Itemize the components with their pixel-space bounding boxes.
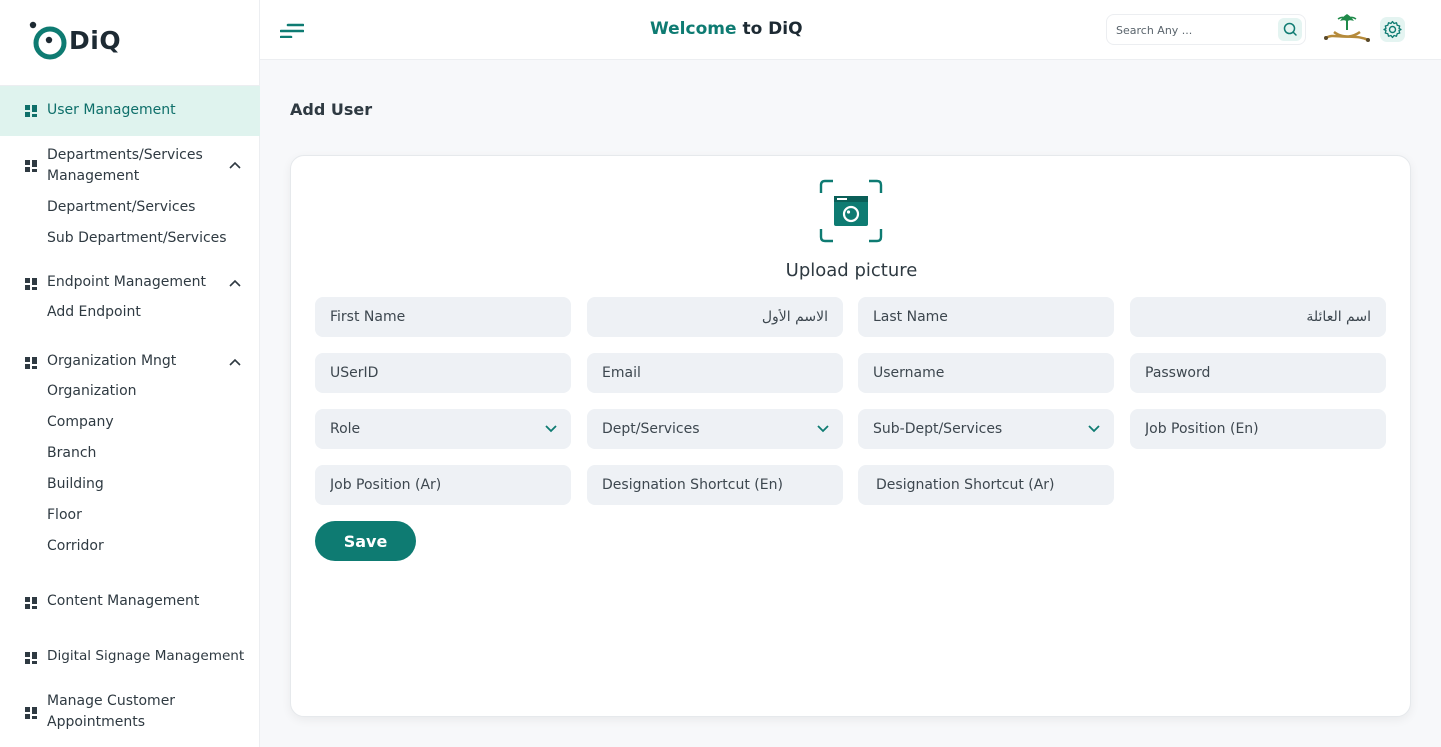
grid-icon <box>25 105 37 117</box>
sidebar-subitem-company[interactable]: Company <box>47 412 114 432</box>
subdept-select-value: Sub-Dept/Services <box>873 421 1003 437</box>
search-button[interactable] <box>1278 18 1302 41</box>
first-name-ar-field[interactable] <box>587 297 843 337</box>
sidebar-subitem-organization[interactable]: Organization <box>47 381 137 401</box>
search-icon <box>1283 22 1297 36</box>
job-position-en-field[interactable] <box>1130 409 1386 449</box>
sidebar-subitem-sub-department-services[interactable]: Sub Department/Services <box>47 228 227 248</box>
grid-icon <box>25 357 37 369</box>
sidebar: DiQ User Management Departments/Services… <box>0 0 260 747</box>
userid-field[interactable] <box>315 353 571 393</box>
designation-shortcut-en-field[interactable] <box>587 465 843 505</box>
sidebar-item-user-management[interactable]: User Management <box>0 86 260 136</box>
emblem-icon <box>1324 14 1370 42</box>
username-field[interactable] <box>858 353 1114 393</box>
search-placeholder[interactable]: Search Any ... <box>1116 24 1192 37</box>
chevron-up-icon[interactable] <box>228 278 242 288</box>
dept-select[interactable]: Dept/Services <box>587 409 843 449</box>
sidebar-subitem-branch[interactable]: Branch <box>47 443 96 463</box>
sidebar-item-organization-mngt[interactable]: Organization Mngt <box>0 351 260 373</box>
camera-icon[interactable] <box>819 179 883 243</box>
sidebar-subitem-floor[interactable]: Floor <box>47 505 82 525</box>
sidebar-item-label: User Management <box>47 102 176 118</box>
job-position-ar-field[interactable] <box>315 465 571 505</box>
sidebar-item-label: Organization Mngt <box>47 353 177 369</box>
grid-icon <box>25 160 37 172</box>
save-button[interactable]: Save <box>315 521 416 561</box>
brand-name: DiQ <box>69 25 122 55</box>
chevron-up-icon[interactable] <box>228 160 242 170</box>
grid-icon <box>25 278 37 290</box>
password-field[interactable] <box>1130 353 1386 393</box>
sidebar-item-label: Manage Customer Appointments <box>47 693 176 730</box>
designation-shortcut-ar-field[interactable] <box>858 465 1114 505</box>
welcome-suffix: to DiQ <box>742 19 803 39</box>
chevron-up-icon[interactable] <box>228 357 242 367</box>
last-name-ar-field[interactable] <box>1130 297 1386 337</box>
top-bar: Welcome to DiQ Search Any ... <box>260 0 1441 60</box>
sidebar-item-departments[interactable]: Departments/Services Management <box>0 144 260 188</box>
grid-icon <box>25 652 37 664</box>
sidebar-subitem-add-endpoint[interactable]: Add Endpoint <box>47 302 141 322</box>
role-select-value: Role <box>330 421 361 437</box>
sidebar-subitem-department-services[interactable]: Department/Services <box>47 197 195 217</box>
sidebar-item-label: Departments/Services Management <box>47 147 203 184</box>
logo: DiQ <box>28 18 121 62</box>
upload-picture-label: Upload picture <box>785 260 918 281</box>
last-name-field[interactable] <box>858 297 1114 337</box>
sidebar-item-endpoint-management[interactable]: Endpoint Management <box>0 272 260 294</box>
sidebar-item-label: Content Management <box>47 593 200 609</box>
subdept-select[interactable]: Sub-Dept/Services <box>858 409 1114 449</box>
settings-button[interactable] <box>1380 17 1405 42</box>
email-field[interactable] <box>587 353 843 393</box>
logo-icon <box>29 21 67 60</box>
grid-icon <box>25 597 37 609</box>
welcome-prefix: Welcome <box>650 19 737 39</box>
chevron-down-icon <box>1088 425 1100 433</box>
search-box[interactable]: Search Any ... <box>1106 14 1306 45</box>
chevron-down-icon <box>545 425 557 433</box>
gear-icon <box>1383 20 1402 39</box>
sidebar-item-customer-appointments[interactable]: Manage Customer Appointments <box>0 690 260 734</box>
page-welcome-title: Welcome to DiQ <box>650 19 803 39</box>
sidebar-item-label: Endpoint Management <box>47 274 206 290</box>
sidebar-subitem-corridor[interactable]: Corridor <box>47 536 104 556</box>
chevron-down-icon <box>817 425 829 433</box>
role-select[interactable]: Role <box>315 409 571 449</box>
page-title: Add User <box>290 100 373 119</box>
add-user-card: Upload picture Role Dept/Services Sub-De… <box>290 155 1411 717</box>
menu-icon[interactable] <box>280 22 304 38</box>
first-name-field[interactable] <box>315 297 571 337</box>
sidebar-item-content-management[interactable]: Content Management <box>0 591 260 613</box>
sidebar-item-label: Digital Signage Management <box>47 648 245 664</box>
dept-select-value: Dept/Services <box>602 421 700 437</box>
sidebar-subitem-building[interactable]: Building <box>47 474 104 494</box>
grid-icon <box>25 707 37 719</box>
sidebar-item-digital-signage[interactable]: Digital Signage Management <box>0 646 260 668</box>
